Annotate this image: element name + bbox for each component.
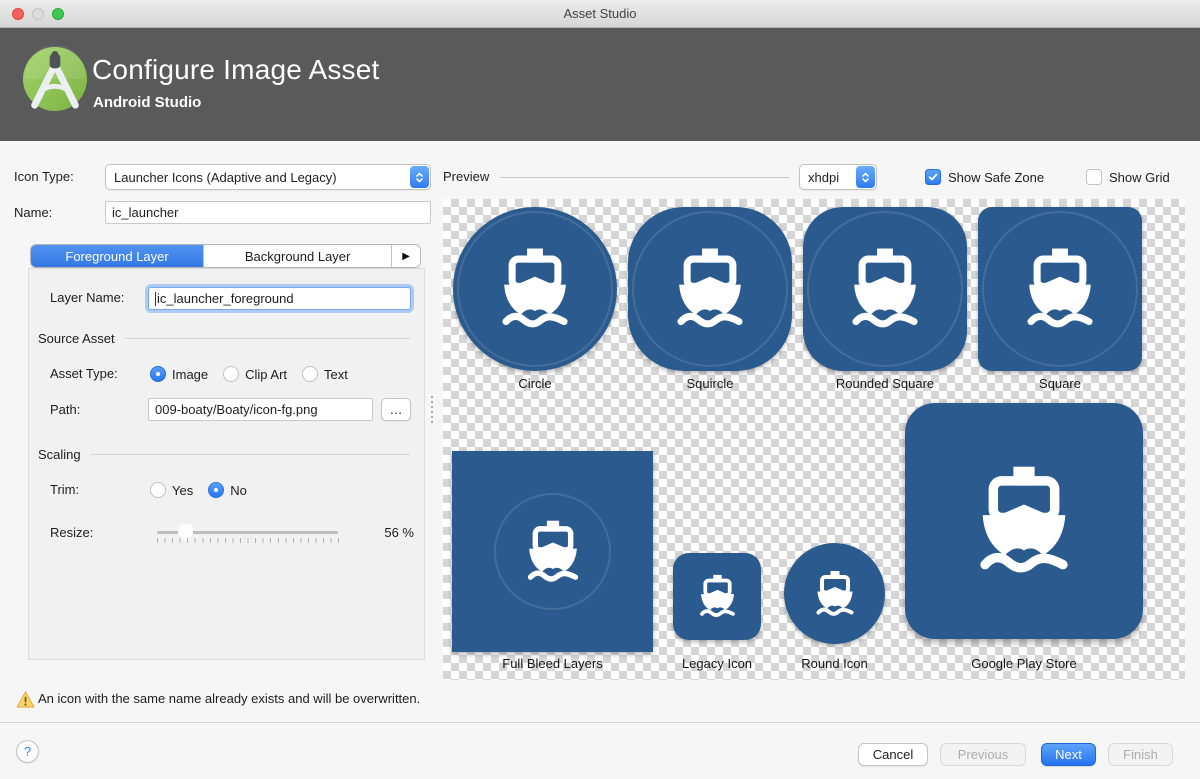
warning-text: An icon with the same name already exist… [38,691,421,706]
name-label: Name: [14,205,53,220]
preview-rule [500,177,789,178]
preview-tile-label: Google Play Store [971,656,1077,671]
help-button[interactable]: ? [16,740,39,763]
asset-type-radio-group: Image Clip Art Text [150,362,348,386]
safe-zone-ring [457,211,613,367]
window-title: Asset Studio [563,6,637,21]
tab-overflow-arrow-icon[interactable]: ▶ [391,245,420,267]
safe-zone-ring [807,211,963,367]
preview-label: Preview [443,169,490,184]
radio-image-label: Image [172,366,209,382]
chevron-updown-icon [856,166,875,188]
preview-tile-label: Round Icon [801,656,868,671]
icon-type-value: Launcher Icons (Adaptive and Legacy) [114,169,337,185]
footer-divider [0,722,1200,723]
section-rule [124,337,410,339]
show-safe-zone-row: Show Safe Zone [925,166,1044,188]
preview-tile-square [978,207,1142,371]
path-value: 009-boaty/Boaty/icon-fg.png [155,402,318,417]
preview-tile-squircle [628,207,792,371]
resize-value: 56 % [384,525,414,540]
asset-type-label: Asset Type: [50,366,118,381]
foreground-layer-panel [28,268,425,660]
boat-icon [815,568,854,616]
preview-tile-label: Squircle [686,376,734,391]
tab-foreground-layer[interactable]: Foreground Layer [31,245,204,267]
radio-text-label: Text [324,366,348,382]
safe-zone-ring [494,493,611,610]
preview-tile-circle [453,207,617,371]
name-input[interactable]: ic_launcher [105,201,431,224]
preview-tile-label: Rounded Square [835,376,935,391]
show-grid-checkbox[interactable] [1086,169,1102,185]
finish-button[interactable]: Finish [1108,743,1173,766]
splitter-handle[interactable] [429,396,435,424]
next-button[interactable]: Next [1041,743,1096,766]
preview-tile-label: Legacy Icon [681,656,753,671]
path-input[interactable]: 009-boaty/Boaty/icon-fg.png [148,398,373,421]
wizard-header: Configure Image Asset Android Studio [0,28,1200,141]
trim-radio-group: Yes No [150,478,247,502]
source-asset-section-title: Source Asset [38,330,115,346]
show-safe-zone-checkbox[interactable] [925,169,941,185]
icon-type-select[interactable]: Launcher Icons (Adaptive and Legacy) [105,164,431,190]
preview-tile-label: Square [1039,376,1081,391]
layer-name-value: ic_launcher_foreground [157,291,294,306]
preview-tile-round [784,543,885,644]
density-value: xhdpi [808,169,840,185]
radio-trim-no-label: No [230,482,247,498]
boat-icon [698,573,736,618]
dialog-subtitle: Android Studio [93,94,202,111]
radio-clip-art[interactable] [223,366,240,382]
show-safe-zone-label: Show Safe Zone [948,169,1045,185]
radio-text[interactable] [302,366,319,382]
show-grid-row: Show Grid [1086,166,1170,188]
preview-tile-full-bleed [452,451,653,652]
scaling-section-title: Scaling [38,446,81,462]
scaling-section: Scaling [38,446,410,462]
radio-trim-yes-label: Yes [172,482,194,498]
radio-trim-yes[interactable] [150,482,166,498]
layer-name-input[interactable]: ic_launcher_foreground [148,287,411,310]
radio-image[interactable] [150,366,166,382]
text-caret [155,291,156,306]
chevron-updown-icon [410,166,429,188]
icon-type-label: Icon Type: [14,169,74,184]
preview-tile-legacy [673,553,761,640]
safe-zone-ring [982,211,1138,367]
android-studio-logo-icon [22,46,88,112]
slider-ticks [157,538,340,543]
layer-tabs: Foreground Layer Background Layer ▶ [30,244,421,268]
name-value: ic_launcher [112,205,179,220]
cancel-button[interactable]: Cancel [858,743,928,766]
source-asset-section: Source Asset [38,330,410,346]
resize-label: Resize: [50,525,94,540]
radio-clip-art-label: Clip Art [245,366,288,382]
browse-button[interactable]: … [381,398,411,421]
section-rule [90,453,410,455]
layer-name-label: Layer Name: [50,290,125,305]
dialog-title: Configure Image Asset [92,54,380,85]
previous-button[interactable]: Previous [940,743,1026,766]
radio-trim-no[interactable] [208,482,225,498]
tab-background-layer[interactable]: Background Layer [203,245,392,267]
preview-tile-play-store [905,403,1143,639]
show-grid-label: Show Grid [1109,169,1170,185]
asset-studio-dialog: Asset Studio Configure Image Asset Andro… [0,0,1200,779]
path-label: Path: [50,402,81,417]
warning-icon [16,691,35,708]
check-icon [928,173,938,181]
titlebar[interactable]: Asset Studio [0,0,1200,28]
resize-slider[interactable] [157,521,340,545]
safe-zone-ring [632,211,788,367]
preview-tile-label: Full Bleed Layers [502,656,603,671]
preview-tile-label: Circle [518,376,552,391]
trim-label: Trim: [50,482,80,497]
boat-icon [965,462,1083,580]
density-select[interactable]: xhdpi [799,164,877,190]
preview-tile-rounded-square [803,207,967,371]
